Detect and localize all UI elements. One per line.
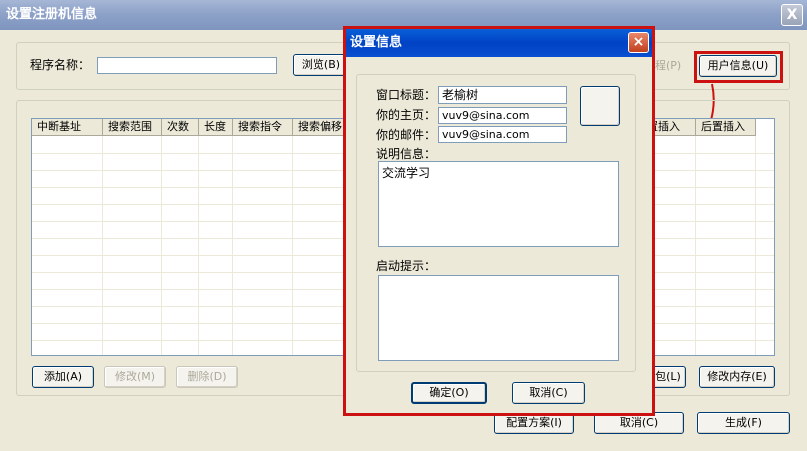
- col-length[interactable]: 长度: [199, 119, 233, 135]
- col-post-insert[interactable]: 后置插入: [696, 119, 756, 135]
- user-info-button[interactable]: 用户信息(U): [699, 55, 777, 77]
- program-name-label: 程序名称：: [30, 58, 91, 72]
- email-label: 你的邮件：: [376, 128, 437, 142]
- generate-button[interactable]: 生成(F): [697, 412, 790, 434]
- description-textarea[interactable]: 交流学习: [378, 161, 619, 247]
- description-label: 说明信息：: [376, 147, 437, 161]
- program-name-input[interactable]: [97, 57, 277, 74]
- window-title-label: 窗口标题：: [376, 88, 437, 102]
- dialog-ok-button[interactable]: 确定(O): [411, 382, 487, 404]
- main-close-button[interactable]: X: [781, 4, 803, 26]
- add-button[interactable]: 添加(A): [32, 366, 94, 388]
- startup-tip-label: 启动提示：: [376, 259, 437, 273]
- delete-button[interactable]: 删除(D): [176, 366, 238, 388]
- browse-button[interactable]: 浏览(B): [293, 54, 349, 76]
- modify-button[interactable]: 修改(M): [104, 366, 166, 388]
- homepage-label: 你的主页：: [376, 108, 437, 122]
- col-search-range[interactable]: 搜索范围: [103, 119, 162, 135]
- window-title-input[interactable]: 老榆树: [438, 86, 567, 104]
- dialog-cancel-button[interactable]: 取消(C): [512, 382, 585, 404]
- dialog-close-button[interactable]: ×: [628, 32, 649, 53]
- col-count[interactable]: 次数: [162, 119, 199, 135]
- startup-tip-textarea[interactable]: [378, 275, 619, 361]
- dialog-title: 设置信息: [346, 29, 652, 57]
- process-button[interactable]: 程(P): [655, 57, 681, 73]
- email-input[interactable]: vuv9@sina.com: [438, 126, 567, 143]
- col-search-cmd[interactable]: 搜索指令: [233, 119, 293, 135]
- icon-picker-button[interactable]: [580, 86, 620, 126]
- homepage-input[interactable]: vuv9@sina.com: [438, 107, 567, 124]
- settings-dialog: 设置信息 × 窗口标题： 老榆树 你的主页： vuv9@sina.com 你的邮…: [343, 26, 655, 416]
- col-interrupt-base[interactable]: 中断基址: [32, 119, 103, 135]
- modify-memory-button[interactable]: 修改内存(E): [699, 366, 775, 388]
- memory-partial-button[interactable]: 包(L): [650, 366, 686, 388]
